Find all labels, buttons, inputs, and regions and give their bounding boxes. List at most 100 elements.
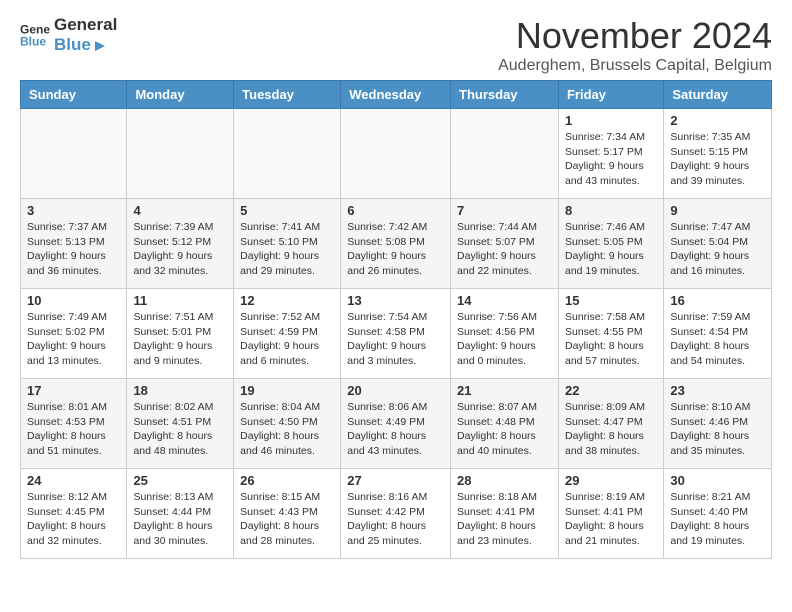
weekday-header-sunday: Sunday bbox=[21, 81, 127, 109]
calendar-cell: 3Sunrise: 7:37 AM Sunset: 5:13 PM Daylig… bbox=[21, 199, 127, 289]
calendar-cell: 29 Sunrise: 8:19 AM Sunset: 4:41 PM Dayli… bbox=[558, 469, 663, 559]
day-info: Sunrise: 8:02 AM Sunset: 4:51 PM Dayligh… bbox=[133, 400, 227, 459]
day-info: Sunrise: 7:47 AM Sunset: 5:04 PM Dayligh… bbox=[670, 220, 765, 279]
day-info: Sunrise: 8:19 AM Sunset: 4:41 PM Dayligh… bbox=[565, 490, 657, 549]
day-info: Sunrise: 7:35 AM Sunset: 5:15 PM Dayligh… bbox=[670, 130, 765, 189]
day-number: 6 bbox=[347, 203, 444, 218]
day-number: 3 bbox=[27, 203, 120, 218]
calendar-cell: 8Sunrise: 7:46 AM Sunset: 5:05 PM Daylig… bbox=[558, 199, 663, 289]
day-number: 26 bbox=[240, 473, 334, 488]
weekday-header-thursday: Thursday bbox=[451, 81, 559, 109]
day-number: 16 bbox=[670, 293, 765, 308]
weekday-header-wednesday: Wednesday bbox=[341, 81, 451, 109]
calendar-table: SundayMondayTuesdayWednesdayThursdayFrid… bbox=[20, 80, 772, 559]
day-number: 22 bbox=[565, 383, 657, 398]
week-row-2: 3Sunrise: 7:37 AM Sunset: 5:13 PM Daylig… bbox=[21, 199, 772, 289]
day-info: Sunrise: 7:52 AM Sunset: 4:59 PM Dayligh… bbox=[240, 310, 334, 369]
calendar-cell: 1Sunrise: 7:34 AM Sunset: 5:17 PM Daylig… bbox=[558, 109, 663, 199]
weekday-header-friday: Friday bbox=[558, 81, 663, 109]
day-info: Sunrise: 7:44 AM Sunset: 5:07 PM Dayligh… bbox=[457, 220, 552, 279]
week-row-5: 24 Sunrise: 8:12 AM Sunset: 4:45 PM Dayli… bbox=[21, 469, 772, 559]
day-info: Sunrise: 8:16 AM Sunset: 4:42 PM Dayligh… bbox=[347, 490, 444, 549]
day-number: 13 bbox=[347, 293, 444, 308]
calendar-cell: 23 Sunrise: 8:10 AM Sunset: 4:46 PM Dayli… bbox=[664, 379, 772, 469]
day-number: 25 bbox=[133, 473, 227, 488]
day-info: Sunrise: 7:46 AM Sunset: 5:05 PM Dayligh… bbox=[565, 220, 657, 279]
calendar-cell: 26 Sunrise: 8:15 AM Sunset: 4:43 PM Dayli… bbox=[234, 469, 341, 559]
calendar-cell: 17 Sunrise: 8:01 AM Sunset: 4:53 PM Dayli… bbox=[21, 379, 127, 469]
calendar-cell: 6 Sunrise: 7:42 AM Sunset: 5:08 PM Daylig… bbox=[341, 199, 451, 289]
day-info: Sunrise: 8:04 AM Sunset: 4:50 PM Dayligh… bbox=[240, 400, 334, 459]
month-title: November 2024 bbox=[498, 15, 772, 57]
calendar-cell: 10 Sunrise: 7:49 AM Sunset: 5:02 PM Dayli… bbox=[21, 289, 127, 379]
day-info: Sunrise: 7:54 AM Sunset: 4:58 PM Dayligh… bbox=[347, 310, 444, 369]
day-number: 24 bbox=[27, 473, 120, 488]
day-number: 14 bbox=[457, 293, 552, 308]
day-info: Sunrise: 7:41 AM Sunset: 5:10 PM Dayligh… bbox=[240, 220, 334, 279]
calendar-cell bbox=[127, 109, 234, 199]
day-info: Sunrise: 7:39 AM Sunset: 5:12 PM Dayligh… bbox=[133, 220, 227, 279]
day-number: 15 bbox=[565, 293, 657, 308]
calendar-wrapper: SundayMondayTuesdayWednesdayThursdayFrid… bbox=[0, 80, 792, 569]
day-number: 11 bbox=[133, 293, 227, 308]
day-number: 5 bbox=[240, 203, 334, 218]
calendar-cell: 22 Sunrise: 8:09 AM Sunset: 4:47 PM Dayli… bbox=[558, 379, 663, 469]
day-number: 9 bbox=[670, 203, 765, 218]
day-number: 2 bbox=[670, 113, 765, 128]
day-info: Sunrise: 8:21 AM Sunset: 4:40 PM Dayligh… bbox=[670, 490, 765, 549]
calendar-cell: 15 Sunrise: 7:58 AM Sunset: 4:55 PM Dayli… bbox=[558, 289, 663, 379]
week-row-3: 10 Sunrise: 7:49 AM Sunset: 5:02 PM Dayli… bbox=[21, 289, 772, 379]
calendar-cell: 28Sunrise: 8:18 AM Sunset: 4:41 PM Dayli… bbox=[451, 469, 559, 559]
logo: General Blue General Blue bbox=[20, 15, 117, 56]
svg-text:Blue: Blue bbox=[20, 35, 46, 49]
week-row-4: 17 Sunrise: 8:01 AM Sunset: 4:53 PM Dayli… bbox=[21, 379, 772, 469]
calendar-cell: 20 Sunrise: 8:06 AM Sunset: 4:49 PM Dayli… bbox=[341, 379, 451, 469]
calendar-cell: 9 Sunrise: 7:47 AM Sunset: 5:04 PM Daylig… bbox=[664, 199, 772, 289]
logo-general: General bbox=[54, 15, 117, 35]
calendar-cell: 19 Sunrise: 8:04 AM Sunset: 4:50 PM Dayli… bbox=[234, 379, 341, 469]
day-number: 29 bbox=[565, 473, 657, 488]
day-info: Sunrise: 8:06 AM Sunset: 4:49 PM Dayligh… bbox=[347, 400, 444, 459]
day-number: 28 bbox=[457, 473, 552, 488]
day-info: Sunrise: 8:10 AM Sunset: 4:46 PM Dayligh… bbox=[670, 400, 765, 459]
day-number: 17 bbox=[27, 383, 120, 398]
day-number: 10 bbox=[27, 293, 120, 308]
calendar-cell: 25 Sunrise: 8:13 AM Sunset: 4:44 PM Dayli… bbox=[127, 469, 234, 559]
day-number: 1 bbox=[565, 113, 657, 128]
calendar-cell: 4 Sunrise: 7:39 AM Sunset: 5:12 PM Daylig… bbox=[127, 199, 234, 289]
day-number: 4 bbox=[133, 203, 227, 218]
header: General Blue General Blue November 2024 … bbox=[0, 0, 792, 80]
calendar-cell: 16 Sunrise: 7:59 AM Sunset: 4:54 PM Dayli… bbox=[664, 289, 772, 379]
weekday-header-saturday: Saturday bbox=[664, 81, 772, 109]
day-number: 23 bbox=[670, 383, 765, 398]
weekday-header-tuesday: Tuesday bbox=[234, 81, 341, 109]
calendar-cell: 27Sunrise: 8:16 AM Sunset: 4:42 PM Dayli… bbox=[341, 469, 451, 559]
day-info: Sunrise: 7:58 AM Sunset: 4:55 PM Dayligh… bbox=[565, 310, 657, 369]
calendar-cell: 14 Sunrise: 7:56 AM Sunset: 4:56 PM Dayli… bbox=[451, 289, 559, 379]
day-number: 12 bbox=[240, 293, 334, 308]
day-number: 19 bbox=[240, 383, 334, 398]
page-container: General Blue General Blue November 2024 … bbox=[0, 0, 792, 569]
day-info: Sunrise: 8:13 AM Sunset: 4:44 PM Dayligh… bbox=[133, 490, 227, 549]
day-info: Sunrise: 8:07 AM Sunset: 4:48 PM Dayligh… bbox=[457, 400, 552, 459]
calendar-cell bbox=[341, 109, 451, 199]
weekday-header-monday: Monday bbox=[127, 81, 234, 109]
day-info: Sunrise: 7:51 AM Sunset: 5:01 PM Dayligh… bbox=[133, 310, 227, 369]
day-info: Sunrise: 7:59 AM Sunset: 4:54 PM Dayligh… bbox=[670, 310, 765, 369]
day-info: Sunrise: 7:49 AM Sunset: 5:02 PM Dayligh… bbox=[27, 310, 120, 369]
calendar-cell bbox=[451, 109, 559, 199]
day-number: 21 bbox=[457, 383, 552, 398]
title-section: November 2024 Auderghem, Brussels Capita… bbox=[498, 15, 772, 75]
day-info: Sunrise: 7:42 AM Sunset: 5:08 PM Dayligh… bbox=[347, 220, 444, 279]
calendar-cell: 12 Sunrise: 7:52 AM Sunset: 4:59 PM Dayli… bbox=[234, 289, 341, 379]
calendar-cell: 5 Sunrise: 7:41 AM Sunset: 5:10 PM Daylig… bbox=[234, 199, 341, 289]
day-info: Sunrise: 8:15 AM Sunset: 4:43 PM Dayligh… bbox=[240, 490, 334, 549]
day-number: 20 bbox=[347, 383, 444, 398]
day-info: Sunrise: 8:01 AM Sunset: 4:53 PM Dayligh… bbox=[27, 400, 120, 459]
week-row-1: 1Sunrise: 7:34 AM Sunset: 5:17 PM Daylig… bbox=[21, 109, 772, 199]
day-info: Sunrise: 8:09 AM Sunset: 4:47 PM Dayligh… bbox=[565, 400, 657, 459]
calendar-cell: 24 Sunrise: 8:12 AM Sunset: 4:45 PM Dayli… bbox=[21, 469, 127, 559]
day-info: Sunrise: 8:12 AM Sunset: 4:45 PM Dayligh… bbox=[27, 490, 120, 549]
day-info: Sunrise: 7:56 AM Sunset: 4:56 PM Dayligh… bbox=[457, 310, 552, 369]
day-number: 7 bbox=[457, 203, 552, 218]
